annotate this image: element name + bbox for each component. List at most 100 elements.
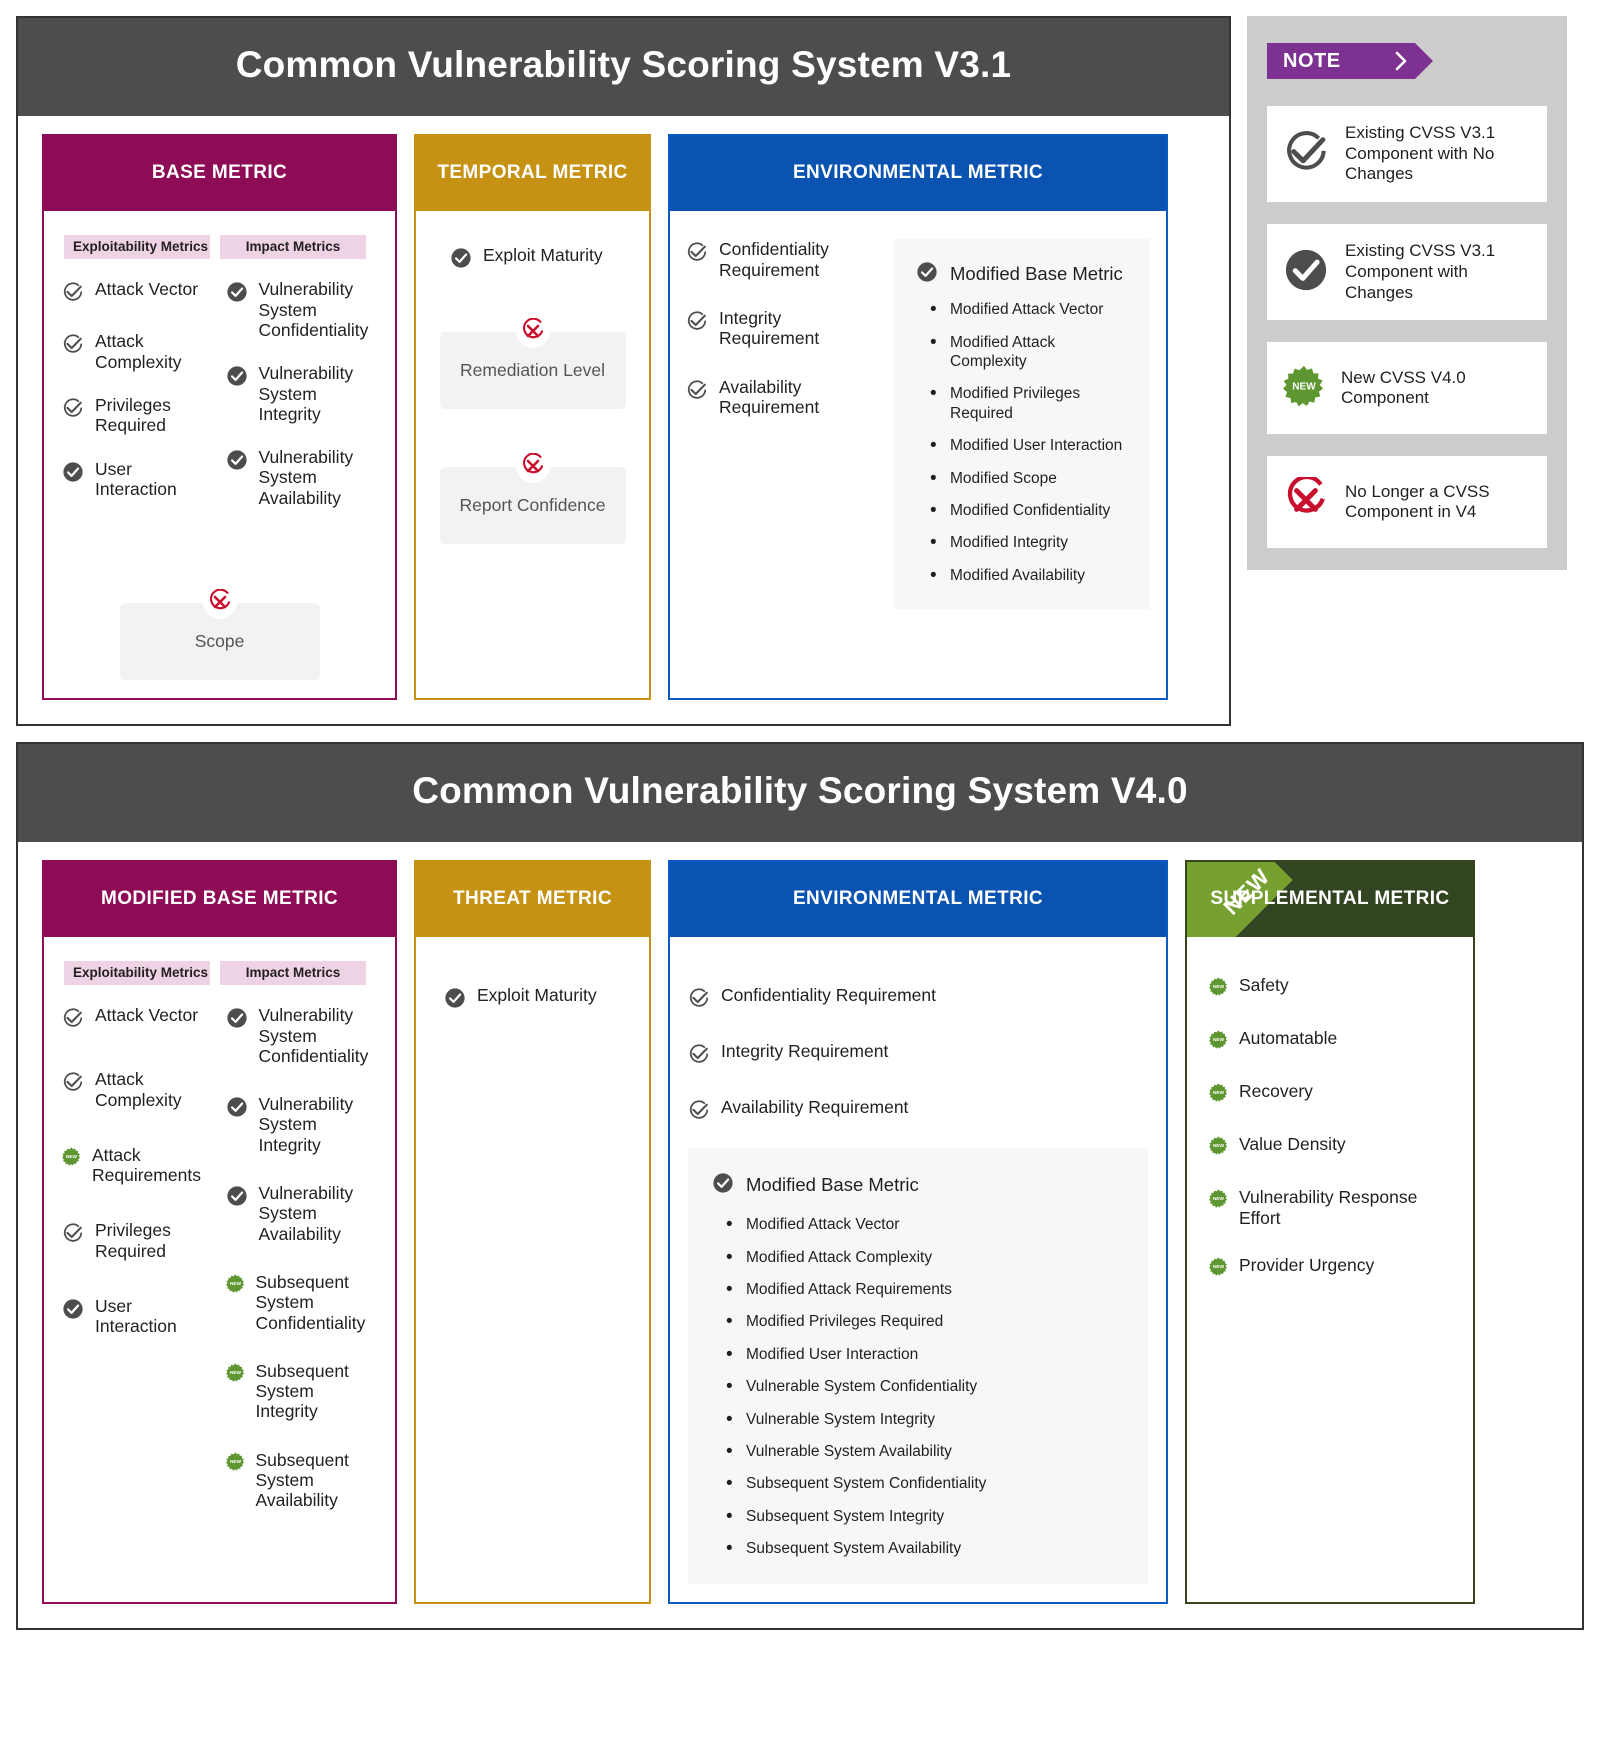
subpanel-title[interactable]: Modified Base Metric xyxy=(712,1170,1124,1199)
metric-item[interactable]: Integrity Requirement xyxy=(686,308,876,349)
metric-item[interactable]: NEW Recovery xyxy=(1209,1081,1457,1107)
v31-temporal-metric-header: TEMPORAL METRIC xyxy=(416,136,649,212)
metric-item[interactable]: Confidentiality Requirement xyxy=(688,985,1148,1014)
v31-area: Common Vulnerability Scoring System V3.1… xyxy=(0,0,1600,726)
metric-label: Privileges Required xyxy=(95,394,171,436)
new-badge-icon: NEW xyxy=(1209,1136,1228,1160)
check-filled-icon xyxy=(1283,247,1329,298)
metric-item[interactable]: Availability Requirement xyxy=(688,1097,1148,1126)
metric-item[interactable]: Vulnerability System Confidentiality xyxy=(226,279,378,340)
metric-label: Attack Complexity xyxy=(95,1069,182,1110)
new-badge-icon: NEW xyxy=(225,1274,245,1298)
metric-label: User Interaction xyxy=(95,1296,177,1337)
pill-exploitability-metrics: Exploitability Metrics xyxy=(64,961,210,986)
v31-base-metric-header: BASE METRIC xyxy=(44,136,395,212)
metric-label: Integrity Requirement xyxy=(721,1041,889,1062)
check-filled-icon xyxy=(226,449,248,476)
list-item: Modified Confidentiality xyxy=(930,499,1128,523)
v31-base-pill-row: Exploitability Metrics Impact Metrics xyxy=(62,235,377,263)
note-tag: NOTE xyxy=(1267,43,1433,79)
legend-item-removed-component: No Longer a CVSS Component in V4 xyxy=(1267,456,1547,549)
metric-item[interactable]: Exploit Maturity xyxy=(434,985,631,1014)
v40-base-impact-list: Vulnerability System Confidentiality Vul… xyxy=(225,1005,378,1533)
v31-environmental-metric-body: Confidentiality Requirement Integrity Re… xyxy=(670,211,1166,698)
list-item: Vulnerable System Availability xyxy=(726,1440,1124,1464)
check-filled-icon xyxy=(712,1172,734,1199)
metric-label: User Interaction xyxy=(95,458,177,499)
v31-env-requirements-list: Confidentiality Requirement Integrity Re… xyxy=(686,239,876,682)
list-item: Modified Integrity xyxy=(930,531,1128,555)
metric-item[interactable]: Attack Vector xyxy=(62,1005,214,1034)
check-outline-icon xyxy=(62,1222,84,1249)
list-item: Vulnerable System Integrity xyxy=(726,1408,1124,1432)
metric-item[interactable]: NEW Provider Urgency xyxy=(1209,1255,1457,1281)
new-badge-icon: NEW xyxy=(225,1452,245,1476)
list-item: Modified Privileges Required xyxy=(930,382,1128,423)
v40-threat-metric-column: THREAT METRIC Exploit Maturity xyxy=(414,859,651,1605)
metric-item[interactable]: Confidentiality Requirement xyxy=(686,239,876,280)
metric-label: Confidentiality Requirement xyxy=(719,239,829,280)
check-outline-icon xyxy=(62,281,84,308)
metric-item[interactable]: Vulnerability System Integrity xyxy=(226,1094,378,1155)
svg-text:NEW: NEW xyxy=(229,1281,241,1287)
svg-text:NEW: NEW xyxy=(1213,1037,1225,1043)
check-filled-icon xyxy=(62,1298,84,1325)
metric-item[interactable]: Availability Requirement xyxy=(686,377,876,418)
check-outline-icon xyxy=(686,241,708,268)
legend-item-label: No Longer a CVSS Component in V4 xyxy=(1345,481,1490,522)
metric-item[interactable]: NEW Value Density xyxy=(1209,1134,1457,1160)
svg-text:NEW: NEW xyxy=(1292,381,1316,392)
metric-item[interactable]: User Interaction xyxy=(62,459,214,500)
metric-item[interactable]: Exploit Maturity xyxy=(434,245,631,274)
check-outline-icon xyxy=(62,1007,84,1034)
metric-label: Confidentiality Requirement xyxy=(721,985,936,1006)
metric-item[interactable]: Attack Vector xyxy=(62,279,214,308)
metric-item[interactable]: User Interaction xyxy=(62,1296,214,1337)
metric-item[interactable]: Integrity Requirement xyxy=(688,1041,1148,1070)
chevron-right-icon xyxy=(1395,51,1407,71)
metric-label: Subsequent System Confidentiality xyxy=(255,1271,366,1333)
v31-modified-base-metric-subpanel: Modified Base Metric Modified Attack Vec… xyxy=(894,239,1150,610)
metric-label: Availability Requirement xyxy=(719,376,820,417)
list-item: Modified Scope xyxy=(930,467,1128,491)
check-filled-icon xyxy=(450,247,472,274)
v40-environmental-metric-header: ENVIRONMENTAL METRIC xyxy=(670,861,1166,938)
metric-item[interactable]: Vulnerability System Confidentiality xyxy=(226,1005,378,1066)
removed-x-icon xyxy=(515,449,550,484)
svg-text:NEW: NEW xyxy=(1213,1264,1225,1270)
metric-item[interactable]: Attack Complexity xyxy=(62,1069,214,1110)
list-item: Modified Availability xyxy=(930,564,1128,588)
note-legend-panel: NOTE Existing CVSS V3.1 Component with N… xyxy=(1247,16,1567,571)
metric-item[interactable]: NEW Attack Requirements xyxy=(62,1145,214,1186)
metric-item[interactable]: NEW Vulnerability Response Effort xyxy=(1209,1187,1457,1228)
pill-impact-metrics: Impact Metrics xyxy=(220,235,366,260)
metric-item[interactable]: NEW Safety xyxy=(1209,975,1457,1001)
metric-item[interactable]: NEW Subsequent System Confidentiality xyxy=(225,1271,378,1333)
metric-label: Integrity Requirement xyxy=(719,307,820,349)
check-filled-icon xyxy=(226,365,248,392)
metric-label: Provider Urgency xyxy=(1239,1254,1375,1275)
metric-item[interactable]: Vulnerability System Availability xyxy=(226,1183,378,1244)
subpanel-title[interactable]: Modified Base Metric xyxy=(916,259,1128,288)
metric-label: Vulnerability System Integrity xyxy=(258,363,354,424)
cvss-v31-panel: Common Vulnerability Scoring System V3.1… xyxy=(16,16,1231,726)
check-outline-icon xyxy=(686,379,708,406)
metric-item[interactable]: Vulnerability System Availability xyxy=(226,447,378,508)
check-outline-icon xyxy=(688,987,710,1014)
new-badge-icon: NEW xyxy=(1209,1030,1228,1054)
metric-item[interactable]: NEW Subsequent System Integrity xyxy=(225,1361,378,1422)
metric-item[interactable]: Attack Complexity xyxy=(62,331,214,372)
v40-modified-base-metric-column: MODIFIED BASE METRIC Exploitability Metr… xyxy=(42,859,397,1605)
list-item: Vulnerable System Confidentiality xyxy=(726,1375,1124,1399)
subpanel-title-label: Modified Base Metric xyxy=(746,1173,919,1195)
metric-item[interactable]: NEW Subsequent System Availability xyxy=(225,1450,378,1511)
v40-base-pill-row: Exploitability Metrics Impact Metrics xyxy=(62,961,377,989)
v40-threat-metric-body: Exploit Maturity xyxy=(416,937,649,1602)
metric-label: Recovery xyxy=(1239,1081,1313,1102)
metric-item[interactable]: Privileges Required xyxy=(62,1220,214,1261)
metric-label: Vulnerability System Availability xyxy=(258,1183,354,1244)
list-item: Subsequent System Availability xyxy=(726,1537,1124,1561)
metric-item[interactable]: Vulnerability System Integrity xyxy=(226,363,378,424)
metric-item[interactable]: NEW Automatable xyxy=(1209,1028,1457,1054)
metric-item[interactable]: Privileges Required xyxy=(62,395,214,436)
